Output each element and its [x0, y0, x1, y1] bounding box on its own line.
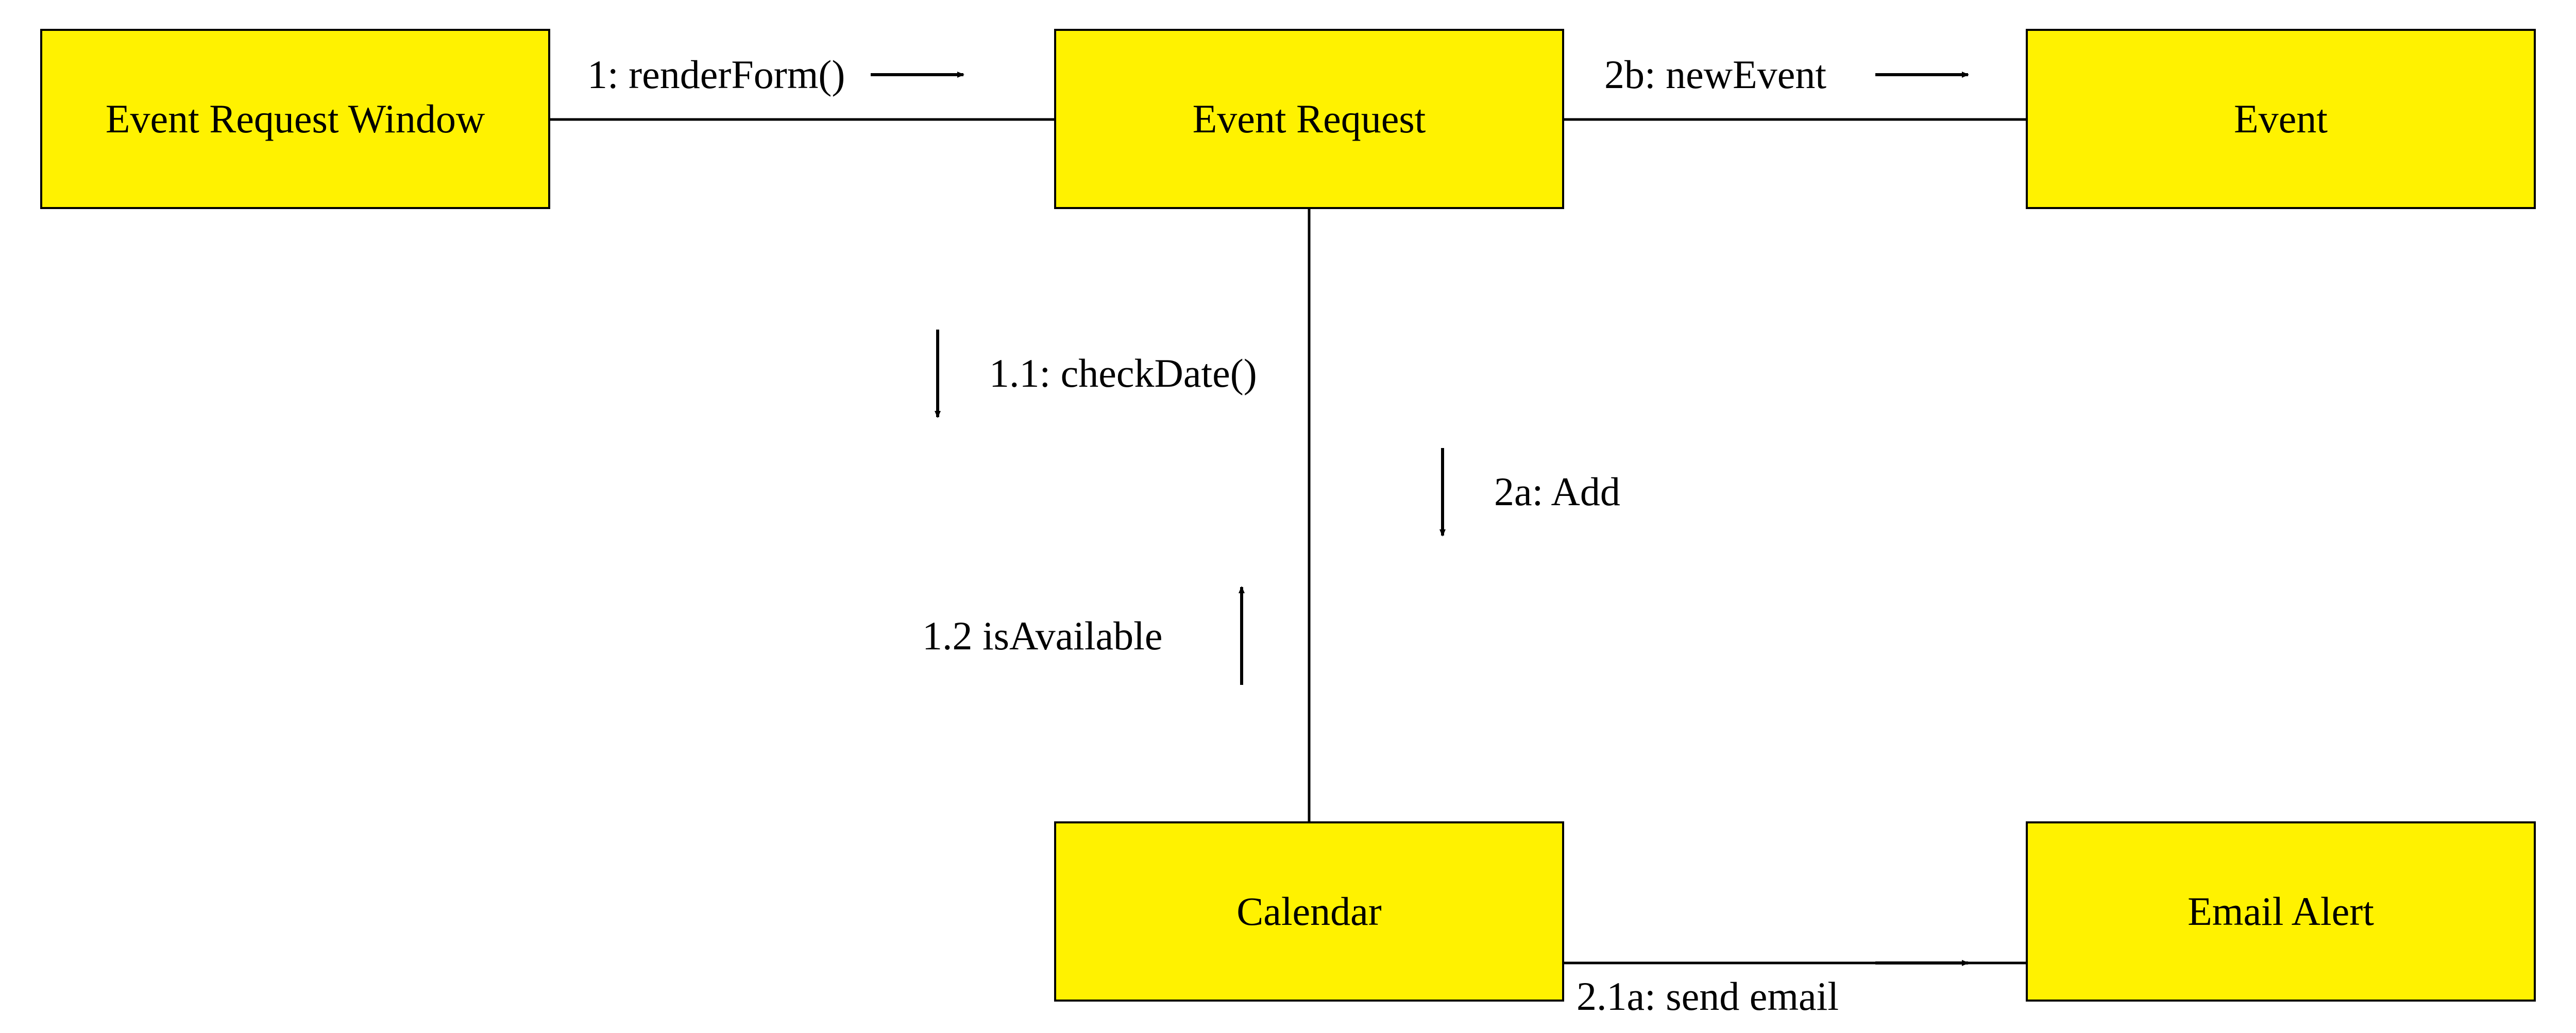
node-event-request: Event Request [1054, 29, 1564, 209]
node-calendar: Calendar [1054, 821, 1564, 1002]
label-add: 2a: Add [1494, 469, 1620, 515]
label-newevent: 2b: newEvent [1604, 51, 1826, 98]
node-label: Event [2234, 96, 2328, 142]
node-label: Calendar [1236, 888, 1382, 935]
node-email-alert: Email Alert [2026, 821, 2536, 1002]
node-event-request-window: Event Request Window [40, 29, 550, 209]
node-label: Event Request [1193, 96, 1426, 142]
label-isavailable: 1.2 isAvailable [922, 613, 1162, 659]
label-renderform: 1: renderForm() [587, 51, 845, 98]
node-label: Event Request Window [106, 96, 485, 142]
node-label: Email Alert [2188, 888, 2374, 935]
diagram-canvas: Event Request Window Event Request Event… [0, 0, 2576, 1033]
label-checkdate: 1.1: checkDate() [989, 350, 1257, 397]
label-sendemail: 2.1a: send email [1577, 973, 1839, 1020]
node-event: Event [2026, 29, 2536, 209]
